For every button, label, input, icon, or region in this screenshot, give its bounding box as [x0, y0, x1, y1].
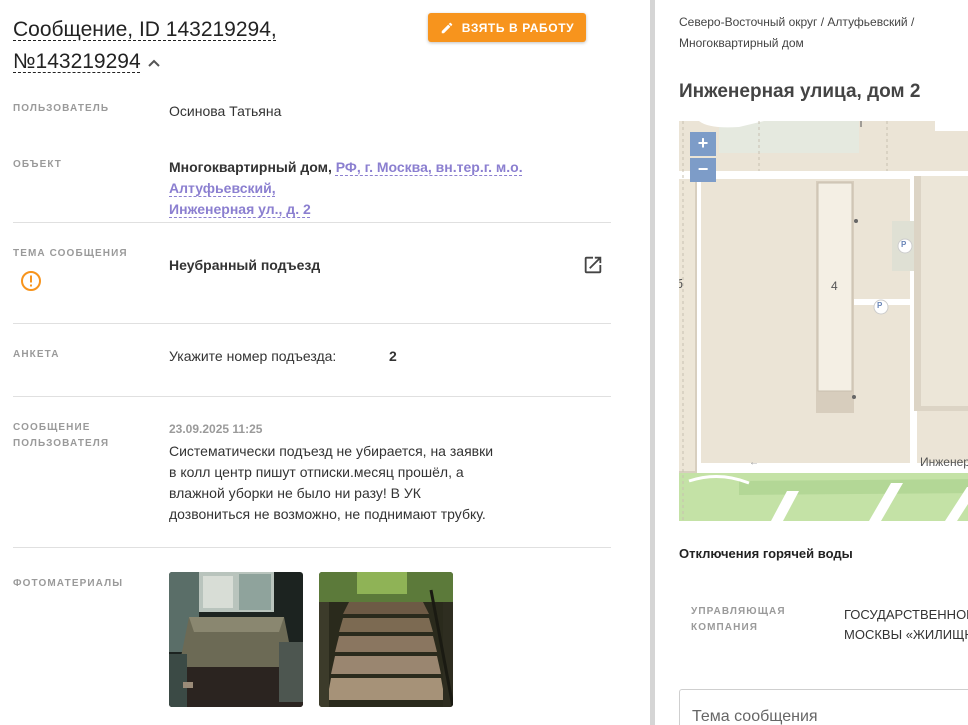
- message-panel: Сообщение, ID 143219294, №143219294 ВЗЯТ…: [0, 0, 650, 725]
- divider: [13, 323, 611, 324]
- map-parking-marker: P: [877, 301, 883, 310]
- warning-icon: [21, 271, 41, 291]
- map-street-label: Инженерная ул.: [920, 455, 968, 469]
- page-title[interactable]: Сообщение, ID 143219294, №143219294: [13, 14, 413, 78]
- message-label: СООБЩЕНИЕ ПОЛЬЗОВАТЕЛЯ: [13, 420, 109, 452]
- object-panel: Северо-Восточный округ / Алтуфьевский / …: [655, 0, 968, 725]
- survey-question: Укажите номер подъезда:: [169, 348, 337, 364]
- breadcrumb: Северо-Восточный округ / Алтуфьевский / …: [679, 12, 959, 54]
- subject-placeholder: Тема сообщения: [692, 708, 818, 725]
- take-to-work-button[interactable]: ВЗЯТЬ В РАБОТУ: [428, 13, 586, 42]
- map-building-label: б: [679, 277, 683, 291]
- uk-value-line2: МОСКВЫ «ЖИЛИЩНИК»: [844, 627, 968, 642]
- photo-thumbnail[interactable]: [169, 572, 303, 707]
- hot-water-heading: Отключения горячей воды: [679, 546, 853, 561]
- uk-label-line1: УПРАВЛЯЮЩАЯ: [691, 606, 786, 617]
- photo-thumbnail[interactable]: [319, 572, 453, 707]
- message-label-line2: ПОЛЬЗОВАТЕЛЯ: [13, 438, 110, 449]
- zoom-out-button[interactable]: −: [690, 158, 716, 182]
- title-line2: №143219294: [13, 50, 141, 73]
- map-zoom-controls: + −: [690, 132, 716, 182]
- uk-value-line1: ГОСУДАРСТВЕННОЕ: [844, 607, 968, 622]
- object-type: Многоквартирный дом,: [169, 159, 332, 175]
- breadcrumb-line1[interactable]: Северо-Восточный округ / Алтуфьевский /: [679, 15, 914, 29]
- divider: [13, 547, 611, 548]
- object-map[interactable]: ← + − 4 P P Инженерная ул. б: [679, 121, 968, 521]
- divider: [13, 222, 611, 223]
- map-building-number: 4: [831, 279, 838, 293]
- object-label: ОБЪЕКТ: [13, 159, 63, 170]
- svg-text:←: ←: [749, 457, 759, 468]
- object-address-link-2[interactable]: Инженерная ул., д. 2: [169, 201, 311, 217]
- management-company-value: ГОСУДАРСТВЕННОЕ МОСКВЫ «ЖИЛИЩНИК»: [844, 605, 968, 645]
- message-label-line1: СООБЩЕНИЕ: [13, 422, 91, 433]
- object-address-title: Инженерная улица, дом 2: [679, 81, 921, 102]
- title-line1: Сообщение, ID 143219294,: [13, 18, 277, 41]
- photos-label: ФОТОМАТЕРИАЛЫ: [13, 578, 124, 589]
- survey-label: АНКЕТА: [13, 349, 60, 360]
- message-line: в колл центр пишут отписки.месяц прошёл,…: [169, 464, 464, 480]
- topic-label: ТЕМА СООБЩЕНИЯ: [13, 248, 128, 259]
- breadcrumb-line2[interactable]: Многоквартирный дом: [679, 36, 804, 50]
- open-external-icon[interactable]: [582, 254, 604, 276]
- management-company-label: УПРАВЛЯЮЩАЯ КОМПАНИЯ: [691, 604, 786, 636]
- chevron-up-icon[interactable]: [147, 46, 161, 78]
- pencil-icon: [441, 22, 453, 33]
- user-label: ПОЛЬЗОВАТЕЛЬ: [13, 103, 110, 114]
- message-text: Систематически подъезд не убирается, на …: [169, 441, 509, 525]
- map-parking-marker: P: [901, 240, 907, 249]
- object-value: Многоквартирный дом, РФ, г. Москва, вн.т…: [169, 157, 619, 220]
- divider: [13, 396, 611, 397]
- message-line: дозвониться не возможно, не поднимают тр…: [169, 506, 486, 522]
- app-root: Сообщение, ID 143219294, №143219294 ВЗЯТ…: [0, 0, 968, 725]
- zoom-in-button[interactable]: +: [690, 132, 716, 156]
- message-line: Систематически подъезд не убирается, на …: [169, 443, 494, 459]
- message-date: 23.09.2025 11:25: [169, 422, 263, 436]
- user-value: Осинова Татьяна: [169, 103, 282, 119]
- survey-answer: 2: [389, 348, 397, 364]
- uk-label-line2: КОМПАНИЯ: [691, 622, 759, 633]
- take-button-label: ВЗЯТЬ В РАБОТУ: [461, 20, 575, 35]
- topic-value: Неубранный подъезд: [169, 257, 321, 273]
- message-subject-input[interactable]: Тема сообщения: [679, 689, 968, 725]
- message-line: влажной уборки не было ни разу! В УК: [169, 485, 421, 501]
